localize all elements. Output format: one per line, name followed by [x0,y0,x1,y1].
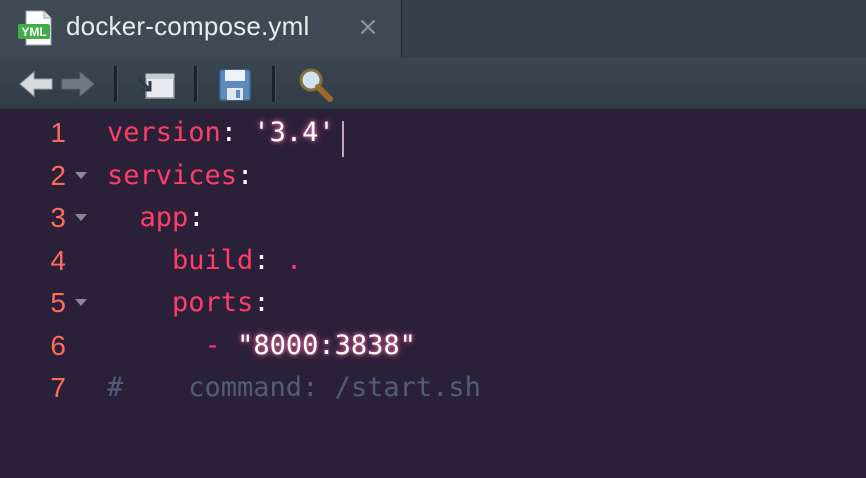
code-token: build [172,244,254,276]
line-number: 2 [50,159,66,191]
line-number: 1 [50,117,66,148]
text-cursor [342,121,344,157]
code-token: "8000:3838" [237,329,416,361]
code-text: app: [107,197,205,239]
code-editor[interactable]: 1 version: '3.4' 2 services: 3 app: 4 build: … [0,110,866,478]
code-token: ports [172,287,254,318]
code-line: 6 - "8000:3838" [0,325,866,367]
code-text: ports: [107,282,270,324]
code-token: '3.4' [253,117,335,148]
line-number: 4 [50,244,66,276]
line-number: 3 [50,202,66,233]
line-number: 5 [50,287,66,318]
editor-toolbar [0,58,866,110]
code-text: - "8000:3838" [107,325,416,367]
code-text: services: [107,155,253,197]
code-text: # command: /start.sh [107,367,481,409]
yml-badge-label: YML [21,25,46,39]
code-line: 3 app: [0,197,866,239]
code-text: version: '3.4' [107,112,335,154]
code-token: : [188,202,205,233]
code-token: app [139,202,189,233]
code-line: 5 ports: [0,282,866,324]
forward-arrow-icon[interactable] [58,64,98,104]
code-token: : [220,117,254,148]
fold-toggle-icon[interactable] [75,171,87,179]
save-icon[interactable] [215,64,255,104]
code-token: version [107,117,221,148]
yml-file-icon: YML [18,10,52,46]
toolbar-separator [114,66,118,102]
tab-bar: YML docker-compose.yml × [0,0,866,58]
tab-title: docker-compose.yml [66,11,310,41]
back-arrow-icon[interactable] [16,64,56,104]
code-line: 7 # command: /start.sh [0,367,866,409]
fold-toggle-icon[interactable] [75,214,87,221]
close-icon[interactable]: × [356,14,380,40]
code-line: 1 version: '3.4' [0,112,866,154]
line-number: 6 [50,329,66,361]
code-line: 4 build: . [0,240,866,282]
toolbar-separator [272,66,276,102]
code-token: - [204,329,221,361]
code-line: 2 services: [0,155,866,197]
code-token: # command: /start.sh [107,372,481,403]
code-token: : [253,287,270,318]
fold-toggle-icon[interactable] [75,299,87,306]
search-icon[interactable] [294,64,338,104]
toolbar-separator [194,66,198,102]
tab-docker-compose[interactable]: YML docker-compose.yml × [0,0,402,58]
code-token: : [253,244,286,276]
line-number: 7 [50,372,66,403]
code-token: : [237,159,254,191]
code-token: services [107,159,238,191]
show-in-window-icon[interactable] [134,64,178,104]
code-token: . [285,244,303,276]
code-text: build: . [107,240,302,282]
